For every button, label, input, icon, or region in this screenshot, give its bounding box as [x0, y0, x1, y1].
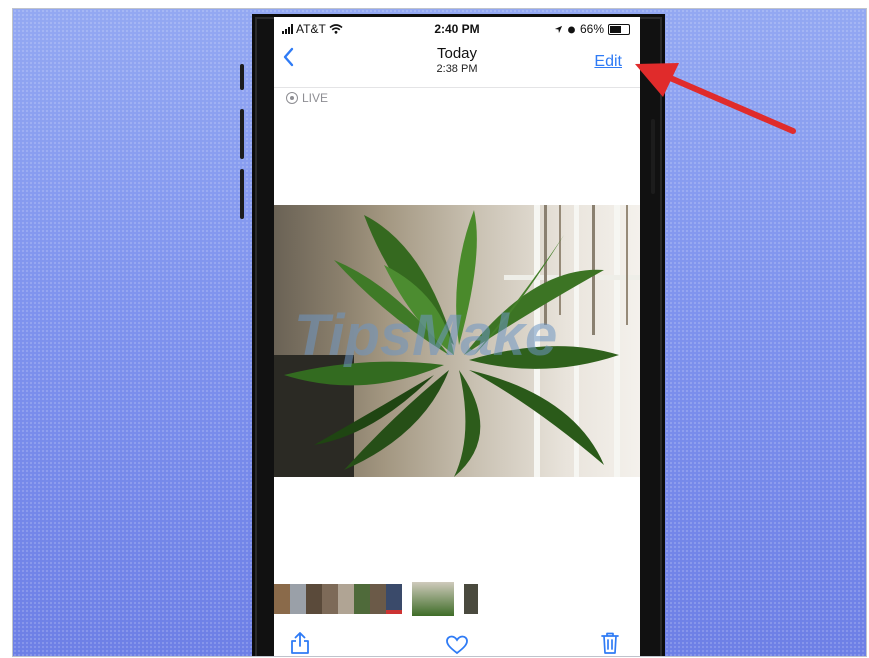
battery-fill — [610, 25, 621, 33]
back-chevron-icon[interactable] — [282, 47, 294, 71]
thumbnail-strip — [274, 582, 640, 616]
location-icon — [554, 25, 563, 33]
bottom-toolbar — [274, 627, 640, 656]
watermark-text: TipsMake — [294, 303, 557, 368]
edit-button[interactable]: Edit — [594, 53, 622, 71]
volume-down-button — [240, 169, 244, 219]
mute-switch — [240, 64, 244, 90]
thumbnail[interactable] — [338, 584, 354, 614]
share-icon[interactable] — [290, 631, 310, 656]
wifi-icon — [329, 24, 343, 34]
thumbnail[interactable] — [290, 584, 306, 614]
thumbnail[interactable] — [386, 584, 402, 614]
clock: 2:40 PM — [434, 22, 480, 36]
nav-title: Today — [436, 45, 478, 62]
live-badge[interactable]: LIVE — [286, 91, 328, 105]
status-right-group: 66% — [554, 22, 630, 36]
live-photo-icon — [286, 92, 298, 104]
volume-up-button — [240, 109, 244, 159]
thumbnail[interactable] — [370, 584, 386, 614]
carrier-label: AT&T — [296, 22, 326, 36]
thumbnail-selected[interactable] — [412, 582, 454, 616]
nav-divider — [274, 87, 640, 88]
main-photo[interactable]: TipsMake — [274, 205, 640, 477]
navigation-bar: Today 2:38 PM Edit — [274, 41, 640, 81]
signal-icon — [282, 24, 293, 34]
nav-subtitle: 2:38 PM — [436, 63, 478, 75]
nav-title-group: Today 2:38 PM — [437, 45, 478, 75]
trash-icon[interactable] — [600, 631, 620, 656]
plant-image: TipsMake — [274, 205, 640, 477]
live-label: LIVE — [302, 91, 329, 105]
phone-screen: AT&T 2:40 PM 66% Today 2:38 PM Edit LIVE… — [274, 17, 640, 656]
heart-icon[interactable] — [445, 635, 469, 656]
annotation-arrow-icon — [635, 63, 796, 134]
status-bar: AT&T 2:40 PM 66% — [274, 17, 640, 41]
thumbnail[interactable] — [322, 584, 338, 614]
thumbnail[interactable] — [274, 584, 290, 614]
thumbnail[interactable] — [464, 584, 478, 614]
carrier-group: AT&T — [282, 22, 343, 36]
backdrop: AT&T 2:40 PM 66% Today 2:38 PM Edit LIVE… — [12, 8, 867, 657]
thumbnail[interactable] — [354, 584, 370, 614]
alarm-icon — [568, 26, 575, 33]
battery-percent: 66% — [579, 22, 604, 36]
thumbnail[interactable] — [306, 584, 322, 614]
battery-icon — [608, 23, 630, 35]
